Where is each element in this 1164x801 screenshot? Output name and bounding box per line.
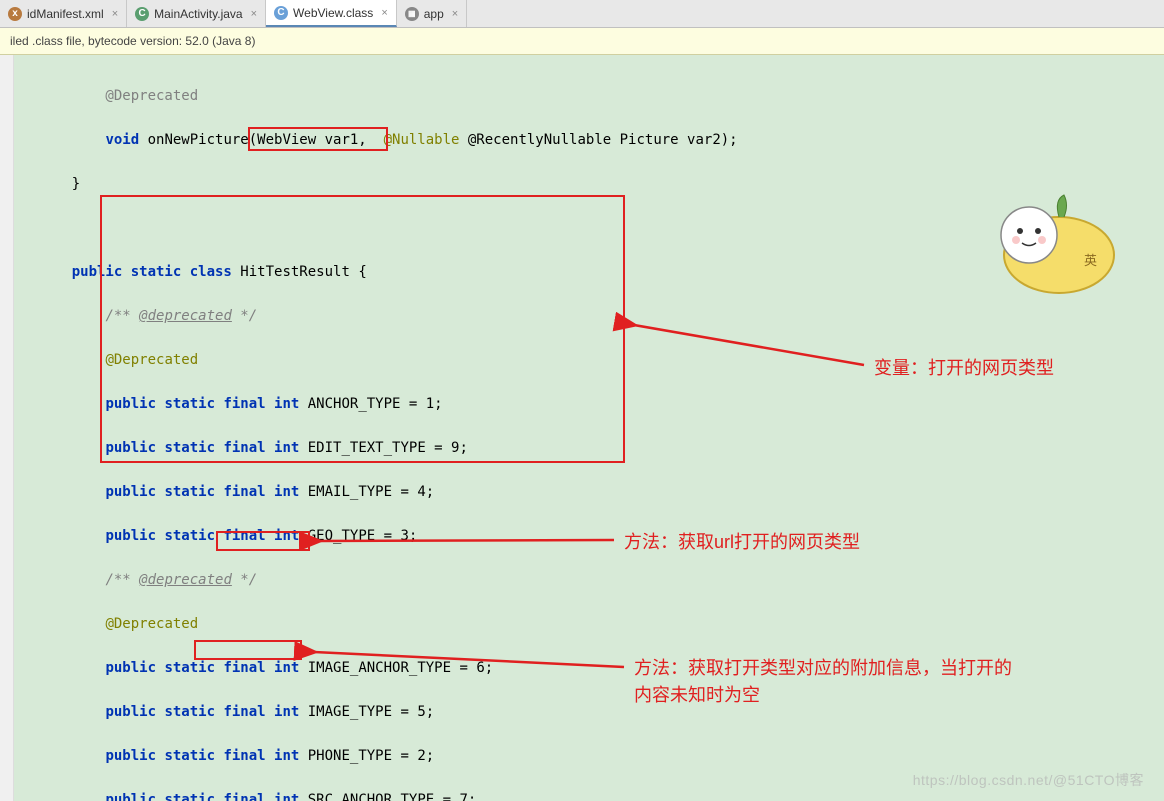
ime-mascot-icon: 英 xyxy=(974,165,1124,295)
tab-webview[interactable]: C WebView.class × xyxy=(266,0,397,27)
tab-label: app xyxy=(424,7,444,21)
tab-label: MainActivity.java xyxy=(154,7,242,21)
class-icon: C xyxy=(135,7,149,21)
svg-text:英: 英 xyxy=(1084,253,1097,268)
gutter xyxy=(0,55,14,801)
close-icon[interactable]: × xyxy=(112,8,118,20)
tab-app[interactable]: ▦ app × xyxy=(397,0,467,27)
tab-mainactivity[interactable]: C MainActivity.java × xyxy=(127,0,266,27)
editor-area: @Deprecated void onNewPicture(WebView va… xyxy=(0,55,1164,801)
annotation-text: 方法：获取url打开的网页类型 xyxy=(624,529,1024,556)
code-editor[interactable]: @Deprecated void onNewPicture(WebView va… xyxy=(14,55,1164,801)
module-icon: ▦ xyxy=(405,7,419,21)
annotation-text: 方法：获取打开类型对应的附加信息，当打开的内容未知时为空 xyxy=(634,655,1014,709)
tab-label: WebView.class xyxy=(293,6,373,20)
tab-manifest[interactable]: x idManifest.xml × xyxy=(0,0,127,27)
watermark: https://blog.csdn.net/@51CTO博客 xyxy=(913,769,1144,791)
close-icon[interactable]: × xyxy=(251,8,257,20)
close-icon[interactable]: × xyxy=(452,8,458,20)
decompiled-info-bar: iled .class file, bytecode version: 52.0… xyxy=(0,28,1164,55)
tab-label: idManifest.xml xyxy=(27,7,104,21)
editor-tabs: x idManifest.xml × C MainActivity.java ×… xyxy=(0,0,1164,28)
xml-icon: x xyxy=(8,7,22,21)
class-icon: C xyxy=(274,6,288,20)
close-icon[interactable]: × xyxy=(381,7,387,19)
annotation-text: 变量：打开的网页类型 xyxy=(874,355,1134,382)
